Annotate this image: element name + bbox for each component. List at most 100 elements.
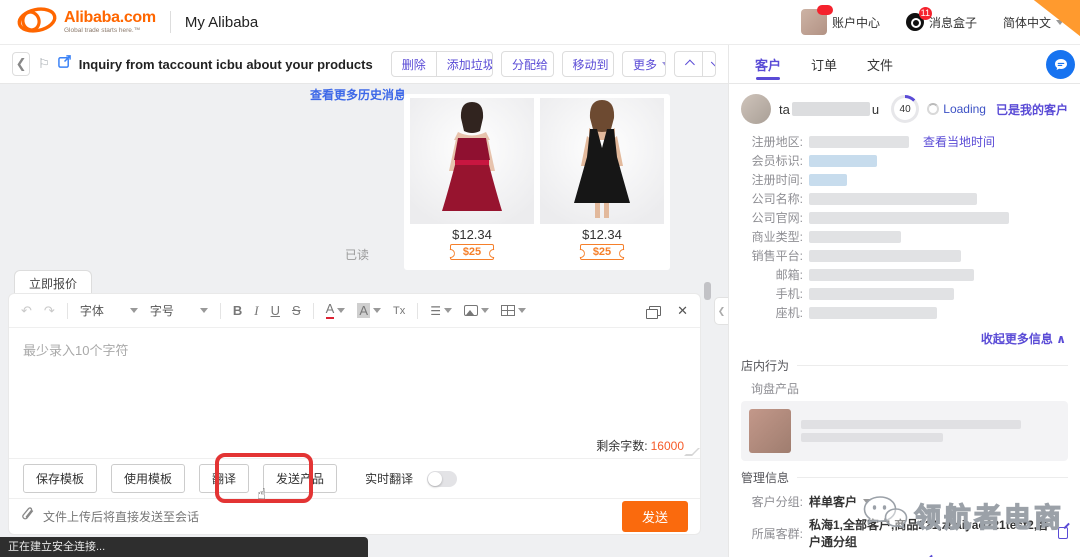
chars-remaining: 剩余字数:16000 [596,437,684,454]
message-box-icon: 11 [906,13,924,31]
use-template-button[interactable]: 使用模板 [111,464,185,493]
underline-button[interactable]: U [271,303,280,318]
send-button[interactable]: 发送 [622,501,688,532]
customer-group-select[interactable]: 样单客户 [809,493,857,510]
product-price: $12.34 [452,227,492,242]
highlight-color-button[interactable]: A [357,303,381,318]
collapse-info-row: 收起更多信息 ∧ [729,322,1080,349]
redo-icon[interactable]: ↷ [44,303,55,319]
field-label: 手机: [741,285,803,302]
redacted-value [809,136,909,148]
save-template-button[interactable]: 保存模板 [23,464,97,493]
chevron-down-icon [518,308,526,313]
editor-footer: 文件上传后将直接发送至会话 发送 [9,498,700,534]
product-card[interactable]: $12.34 $25 [540,98,664,266]
field-row: 手机: [741,284,1068,303]
inquiry-product-label: 询盘产品 [729,378,1080,401]
account-center-menu[interactable]: 账户中心 [801,9,880,35]
insert-image-button[interactable] [464,305,489,316]
alibaba-logo-icon [16,6,58,39]
sidebar-collapse-button[interactable]: ❮ [714,297,728,325]
my-customer-link[interactable]: 已是我的客户 [996,101,1068,118]
user-avatar[interactable] [801,9,827,35]
realtime-translate-toggle[interactable] [427,471,457,487]
delete-spam-group: 删除 添加垃圾询盘 [391,51,493,77]
load-history-link[interactable]: 查看更多历史消息 [310,86,406,103]
previous-message-button[interactable] [675,52,702,76]
logo-wordmark: Alibaba.com [64,10,156,26]
field-label: 邮箱: [741,266,803,283]
redacted-value [809,231,901,243]
prev-next-group [674,51,716,77]
redacted-name [792,102,870,116]
font-family-select[interactable]: 字体 [80,302,138,319]
star-level-row: 重要星级: ★ ★ ★ 二星/重复 [729,553,1080,557]
redacted-value [809,212,1009,224]
logo-tagline: Global trade starts here.™ [64,28,156,35]
redacted-text [801,416,1060,446]
tab-customer[interactable]: 客户 [755,45,781,83]
flag-icon[interactable]: ⚐ [38,56,50,72]
text-color-button[interactable]: A [326,302,346,318]
chevron-down-icon [444,308,452,313]
text-color-icon: A [326,302,335,318]
shop-behavior-header: 店内行为 [729,349,1080,378]
collapse-more-link[interactable]: 收起更多信息 ∧ [981,332,1066,346]
chevron-down-icon [337,308,345,313]
list-button[interactable] [430,303,452,318]
undo-icon[interactable]: ↶ [21,303,32,319]
conversation-title: Inquiry from taccount icbu about your pr… [79,57,373,72]
send-product-button[interactable]: 发送产品 [263,464,337,493]
page-title: My Alibaba [185,14,258,31]
close-icon[interactable] [677,303,688,319]
header-right: 账户中心 11 消息盒子 简体中文 [801,9,1064,35]
popout-icon[interactable] [649,306,661,316]
redacted-value [809,193,977,205]
product-image-black-dress [540,98,664,224]
insert-table-button[interactable] [501,305,526,316]
chat-assistant-button[interactable] [1046,50,1075,79]
customer-score-ring: 40 [891,95,919,123]
move-to-dropdown[interactable]: 移动到 [563,52,615,76]
tab-orders[interactable]: 订单 [811,45,837,83]
editor-toolbar: ↶ ↷ 字体 字号 B I U S A A Tx [9,294,700,328]
mark-spam-button[interactable]: 添加垃圾询盘 [436,52,493,76]
edit-icon[interactable] [1058,527,1068,539]
section-title: 店内行为 [741,357,789,374]
field-label: 公司官网: [741,209,803,226]
resize-handle[interactable] [684,448,700,456]
tab-files[interactable]: 文件 [867,45,893,83]
clear-format-button[interactable]: Tx [393,305,405,317]
field-row: 商业类型: [741,227,1068,246]
editor-textarea[interactable]: 最少录入10个字符 剩余字数:16000 [9,328,700,458]
back-button[interactable]: ❮ [12,52,30,76]
product-card[interactable]: $12.34 $25 [410,98,534,266]
more-dropdown[interactable]: 更多 [623,52,666,76]
translate-button[interactable]: 翻译 [199,464,249,493]
editor-window-controls [649,303,688,319]
product-image-red-dress [410,98,534,224]
scrollbar-thumb[interactable] [704,282,711,300]
customer-avatar[interactable] [741,94,771,124]
assign-to-dropdown[interactable]: 分配给 [502,52,554,76]
open-new-window-icon[interactable] [58,55,71,73]
inquiry-product-item[interactable] [741,401,1068,461]
table-icon [501,305,515,316]
field-row: 注册时间: [741,170,1068,189]
next-message-button[interactable] [702,52,716,76]
redacted-value [809,269,974,281]
bold-button[interactable]: B [233,303,242,318]
toolbar-separator [220,303,221,319]
font-size-select[interactable]: 字号 [150,302,208,319]
paperclip-icon[interactable] [21,507,35,527]
customer-name: ta u [779,102,879,117]
redacted-value [809,288,954,300]
management-info-header: 管理信息 [729,461,1080,490]
alibaba-logo[interactable]: Alibaba.com Global trade starts here.™ [16,6,156,39]
message-box-menu[interactable]: 11 消息盒子 [906,13,977,31]
loading-indicator: Loading [927,102,986,116]
strikethrough-button[interactable]: S [292,303,301,318]
delete-button[interactable]: 删除 [392,52,436,76]
italic-button[interactable]: I [254,303,258,319]
local-time-link[interactable]: 查看当地时间 [923,133,995,150]
